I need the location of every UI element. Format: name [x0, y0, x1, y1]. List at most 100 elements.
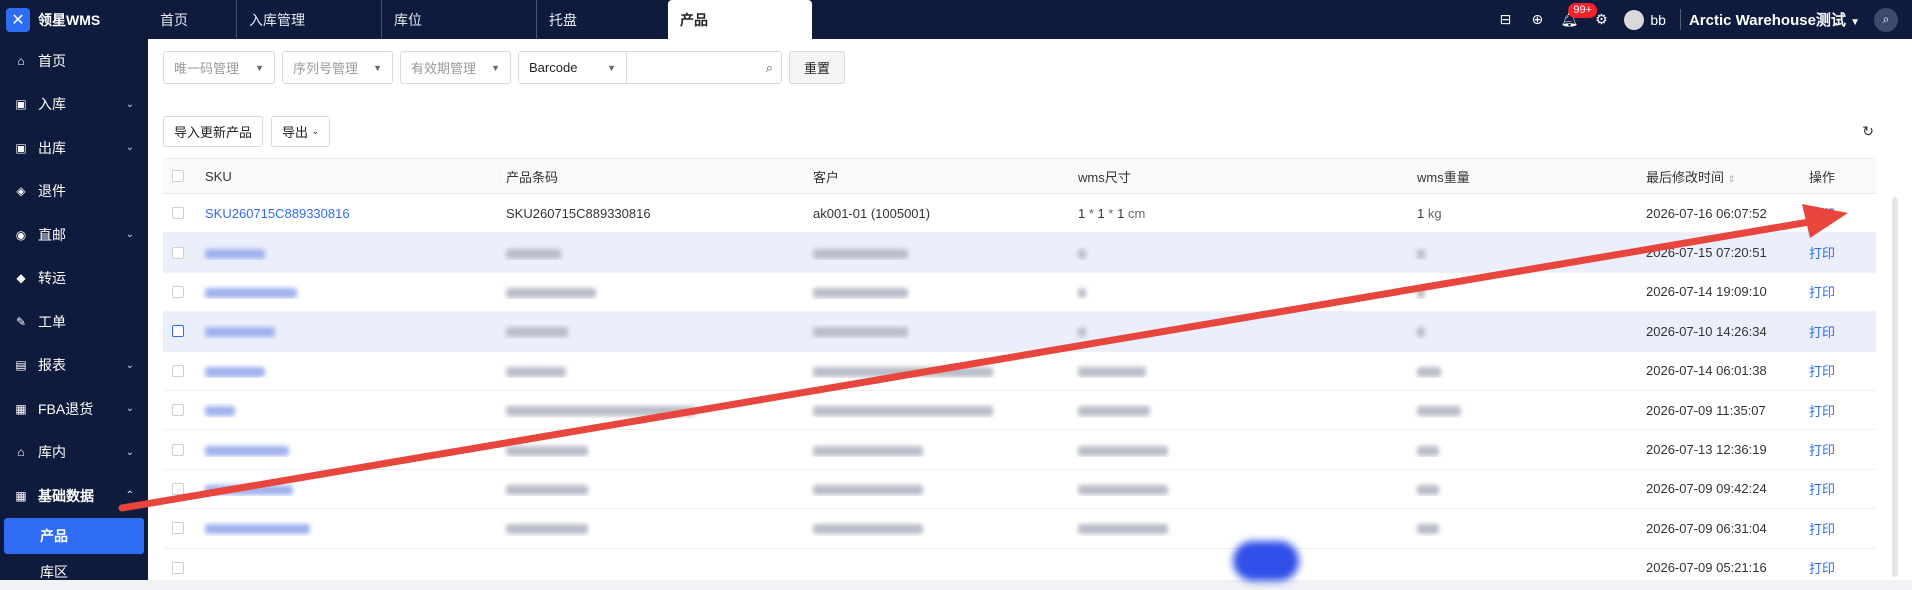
sidebar-item-inbound[interactable]: ▣ 入库 ⌄: [0, 83, 148, 127]
header-modified[interactable]: 最后修改时间 ⇕: [1640, 167, 1803, 186]
sidebar-item-fba-return[interactable]: ▦ FBA退货 ⌄: [0, 387, 148, 431]
unique-code-filter[interactable]: 唯一码管理 ▼: [163, 51, 275, 84]
customer-cell: [807, 245, 1072, 260]
inbox-icon[interactable]: ⊟: [1496, 11, 1514, 29]
row-checkbox[interactable]: [172, 522, 184, 535]
tab-inbound[interactable]: 入库管理: [236, 0, 381, 39]
customer-cell: [807, 521, 1072, 536]
row-select-cell: [163, 561, 193, 574]
tab-pallet[interactable]: 托盘: [536, 0, 668, 39]
print-link[interactable]: 打印: [1803, 361, 1876, 380]
row-checkbox[interactable]: [172, 207, 184, 220]
sku-link[interactable]: [193, 521, 500, 536]
sidebar-item-direct-mail[interactable]: ◉ 直邮 ⌄: [0, 213, 148, 257]
serial-number-filter[interactable]: 序列号管理 ▼: [282, 51, 393, 84]
sku-link[interactable]: [193, 245, 500, 260]
sku-link[interactable]: [193, 403, 500, 418]
table-scrollbar[interactable]: [1892, 197, 1898, 577]
sku-link[interactable]: [193, 324, 500, 339]
sku-link[interactable]: [193, 481, 500, 496]
search-icon[interactable]: ⌕: [766, 60, 773, 76]
sidebar-item-label: 退件: [38, 183, 66, 200]
reset-button[interactable]: 重置: [789, 51, 846, 84]
filter-label: 序列号管理: [293, 61, 359, 76]
sidebar-item-home[interactable]: ⌂ 首页: [0, 39, 148, 83]
sidebar-item-workorder[interactable]: ✎ 工单: [0, 300, 148, 344]
table-header: SKU 产品条码 客户 wms尺寸 wms重量 最后修改时间 ⇕ 操作: [163, 158, 1876, 194]
print-link[interactable]: 打印: [1803, 282, 1876, 301]
sku-link[interactable]: [193, 284, 500, 299]
table-row: 2026-07-10 14:26:34 打印: [163, 312, 1876, 352]
select-all-checkbox[interactable]: [172, 170, 184, 182]
row-checkbox[interactable]: [172, 285, 184, 298]
modified-cell: 2026-07-09 11:35:07: [1646, 402, 1766, 418]
sidebar-item-label: 首页: [38, 52, 66, 69]
tab-product[interactable]: 产品: [668, 0, 812, 39]
sku-link[interactable]: [193, 363, 500, 378]
export-button[interactable]: 导出 ⌄: [271, 116, 331, 147]
print-link[interactable]: 打印: [1803, 479, 1876, 498]
search-icon[interactable]: ⌕: [1874, 7, 1898, 32]
print-link[interactable]: 打印: [1803, 558, 1876, 577]
warehouse-icon: ⌂: [17, 445, 25, 460]
search-field-label: Barcode: [529, 60, 578, 75]
row-checkbox[interactable]: [172, 443, 184, 456]
warehouse-selector[interactable]: Arctic Warehouse测试 ▼: [1679, 9, 1860, 30]
sidebar-item-in-warehouse[interactable]: ⌂ 库内 ⌄: [0, 431, 148, 475]
import-update-products-button[interactable]: 导入更新产品: [163, 116, 264, 147]
print-link[interactable]: 打印: [1803, 204, 1876, 223]
sidebar-item-label: 基础数据: [38, 487, 94, 504]
chevron-down-icon: ▼: [491, 62, 500, 73]
sidebar-item-outbound[interactable]: ▣ 出库 ⌄: [0, 126, 148, 170]
weight-cell: [1411, 363, 1640, 378]
bell-icon[interactable]: 🔔︎ 99+: [1560, 2, 1598, 29]
row-select-cell: [163, 325, 193, 338]
search-input[interactable]: ⌕: [627, 52, 781, 83]
sidebar-item-report[interactable]: ▤ 报表 ⌄: [0, 344, 148, 388]
print-link[interactable]: 打印: [1803, 440, 1876, 459]
caret-down-icon: ▼: [1850, 17, 1860, 28]
sidebar-item-label: 转运: [38, 270, 66, 287]
logo-text: 领星WMS: [38, 11, 101, 28]
sku-link[interactable]: SKU260715C889330816: [193, 206, 500, 221]
barcode-cell: [500, 481, 807, 496]
print-link[interactable]: 打印: [1803, 322, 1876, 341]
row-checkbox[interactable]: [172, 325, 184, 338]
sidebar-item-transfer[interactable]: ◆ 转运: [0, 257, 148, 301]
outbound-icon: ▣: [15, 140, 27, 155]
row-checkbox[interactable]: [172, 246, 184, 259]
modified-cell: 2026-07-15 07:20:51: [1646, 245, 1767, 261]
refresh-icon[interactable]: ↻: [1862, 123, 1874, 140]
main-content: 唯一码管理 ▼ 序列号管理 ▼ 有效期管理 ▼ Barcode ▼ ⌕ 重置 导入更新产…: [148, 39, 1912, 588]
search-field-select[interactable]: Barcode ▼: [519, 52, 627, 83]
download-icon[interactable]: ⊕: [1528, 11, 1546, 29]
sidebar-item-return[interactable]: ◈ 退件: [0, 170, 148, 214]
sidebar-item-label: 报表: [38, 357, 66, 374]
customer-cell: ak001-01 (1005001): [813, 205, 931, 221]
row-checkbox[interactable]: [172, 482, 184, 495]
tab-location[interactable]: 库位: [381, 0, 536, 39]
customer-cell: [807, 284, 1072, 299]
row-checkbox[interactable]: [172, 364, 184, 377]
print-link[interactable]: 打印: [1803, 519, 1876, 538]
row-checkbox[interactable]: [172, 404, 184, 417]
size-cell: [1072, 521, 1411, 536]
sku-link[interactable]: [193, 442, 500, 457]
row-checkbox[interactable]: [172, 561, 184, 574]
print-link[interactable]: 打印: [1803, 401, 1876, 420]
modified-cell: 2026-07-13 12:36:19: [1646, 442, 1767, 458]
user-menu[interactable]: bb: [1624, 9, 1666, 30]
app-logo[interactable]: ✕ 领星WMS: [0, 0, 148, 39]
tab-home[interactable]: 首页: [148, 0, 236, 39]
header-sku: SKU: [193, 168, 500, 184]
filter-label: 有效期管理: [411, 61, 477, 76]
size-cell: 1 * 1 * 1 cm: [1078, 205, 1146, 221]
print-link[interactable]: 打印: [1803, 243, 1876, 262]
gear-icon[interactable]: ⚙: [1592, 11, 1610, 29]
sidebar-item-basic-data[interactable]: ▦ 基础数据 ⌃: [0, 474, 148, 518]
modified-cell: 2026-07-09 05:21:16: [1646, 560, 1767, 576]
sidebar-subitem-product[interactable]: 产品: [4, 517, 144, 554]
expiry-filter[interactable]: 有效期管理 ▼: [400, 51, 511, 84]
size-cell: [1072, 481, 1411, 496]
sidebar-subitem-zone[interactable]: 库区: [4, 554, 144, 590]
